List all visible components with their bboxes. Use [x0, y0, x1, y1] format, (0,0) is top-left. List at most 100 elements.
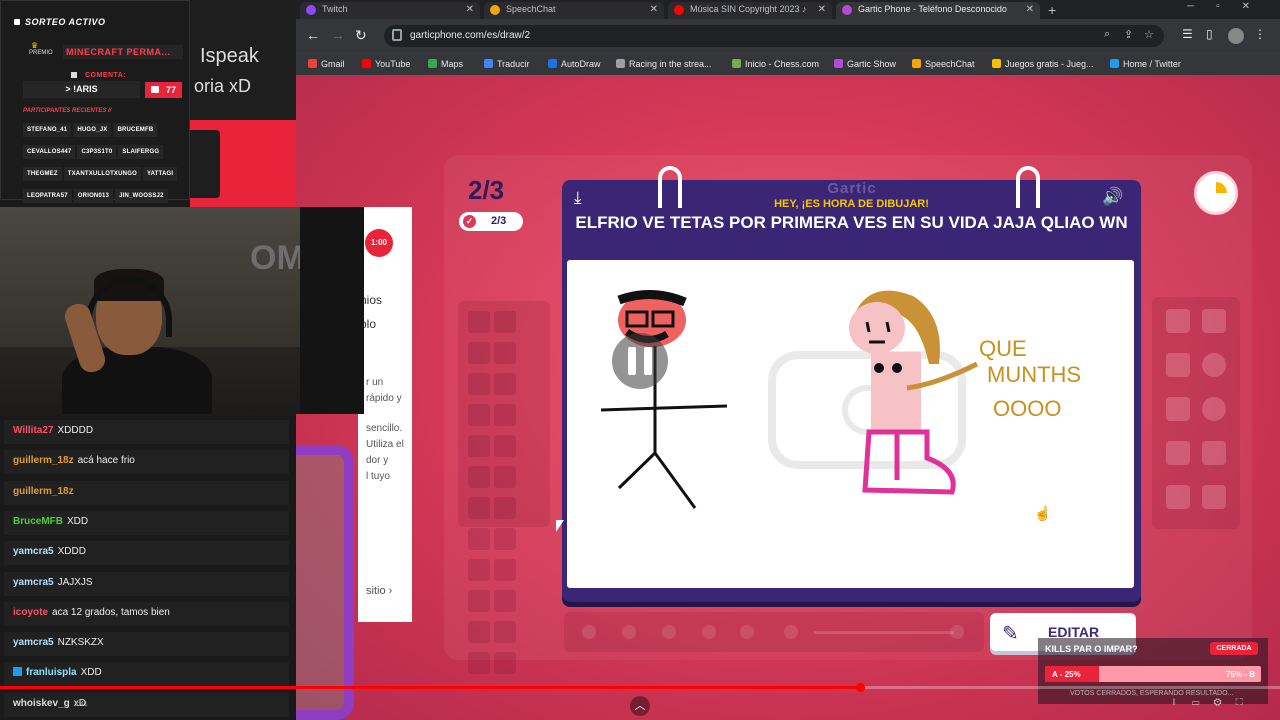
- bookmark-chess[interactable]: Inicio - Chess.com: [732, 59, 819, 69]
- bookmark-gartic-show[interactable]: Gartic Show: [834, 59, 896, 69]
- new-tab-button[interactable]: +: [1048, 2, 1056, 18]
- close-icon[interactable]: ✕: [466, 4, 474, 15]
- chat-username[interactable]: yamcra5: [13, 546, 54, 557]
- webcam: OMA: [0, 207, 364, 414]
- participants-list: STEFANO_41 HUGO_JX BRUCEMFB CEVALLOS447 C3P3…: [23, 118, 188, 206]
- video-progress-bar[interactable]: [0, 683, 1280, 692]
- profile-avatar[interactable]: [1228, 28, 1244, 44]
- chevron-up-icon[interactable]: ︿: [630, 696, 650, 716]
- video-controls[interactable]: ⏽▭⚙⛶: [1170, 697, 1257, 708]
- palette-swatch[interactable]: [494, 435, 516, 457]
- sidepanel-icon[interactable]: ▯: [1206, 27, 1213, 41]
- chat-username[interactable]: guillerm_18z: [13, 486, 74, 497]
- bookmark-autodraw[interactable]: AutoDraw: [548, 59, 601, 69]
- redo-tool[interactable]: [1202, 485, 1226, 509]
- bookmark-youtube[interactable]: YouTube: [362, 59, 410, 69]
- eraser-tool[interactable]: [1202, 309, 1226, 333]
- gartic-icon: [834, 59, 843, 68]
- palette-swatch[interactable]: [468, 435, 490, 457]
- forward-icon[interactable]: →: [331, 27, 345, 43]
- pencil-tool[interactable]: [1166, 309, 1190, 333]
- pause-overlay[interactable]: [612, 333, 668, 389]
- tab-youtube[interactable]: Música SIN Copyright 2023 ♪ ✕: [668, 2, 832, 19]
- palette-swatch[interactable]: [468, 559, 490, 581]
- back-icon[interactable]: ←: [306, 27, 320, 43]
- chat-username[interactable]: yamcra5: [13, 577, 54, 588]
- palette-swatch[interactable]: [494, 311, 516, 333]
- window-controls[interactable]: ─▫✕: [1187, 1, 1272, 12]
- star-icon[interactable]: ☆: [1144, 28, 1154, 41]
- palette-swatch[interactable]: [494, 590, 516, 612]
- menu-icon[interactable]: ⋮: [1254, 27, 1266, 41]
- palette-swatch[interactable]: [494, 621, 516, 643]
- opacity-slider[interactable]: [814, 631, 954, 634]
- bookmark-juegos[interactable]: Juegos gratis - Jueg...: [992, 59, 1094, 69]
- tab-twitch[interactable]: Twitch ✕: [300, 2, 480, 19]
- participant-tag: ORION013: [73, 189, 114, 203]
- address-bar[interactable]: garticphone.com/es/draw/2 ⌕ ⇪ ☆: [384, 25, 1164, 47]
- chat-username[interactable]: yamcra5: [13, 637, 54, 648]
- chat-username[interactable]: icoyote: [13, 607, 48, 618]
- brush-size-1[interactable]: [582, 625, 596, 639]
- ad-link[interactable]: sitio ›: [366, 585, 392, 597]
- tab-speechchat[interactable]: SpeechChat ✕: [484, 2, 664, 19]
- palette-swatch[interactable]: [468, 497, 490, 519]
- palette-swatch[interactable]: [494, 342, 516, 364]
- palette-swatch[interactable]: [494, 373, 516, 395]
- filled-rectangle-tool[interactable]: [1166, 397, 1190, 421]
- palette-swatch[interactable]: [494, 652, 516, 674]
- ad-column[interactable]: 1:00 hios olo r un rápido y sencillo. Ut…: [358, 207, 412, 622]
- palette-swatch[interactable]: [468, 652, 490, 674]
- bookmark-speechchat[interactable]: SpeechChat: [912, 59, 975, 69]
- chat-username[interactable]: whoiskev_g: [13, 698, 70, 709]
- palette-swatch[interactable]: [468, 311, 490, 333]
- brush-size-4[interactable]: [702, 625, 716, 639]
- chat-username[interactable]: BruceMFB: [13, 516, 63, 527]
- ad-body-line: l tuyo: [366, 471, 390, 482]
- close-icon[interactable]: ✕: [818, 4, 826, 15]
- brush-size-5[interactable]: [740, 625, 754, 639]
- bookmark-maps[interactable]: Maps: [428, 59, 463, 69]
- palette-swatch[interactable]: [494, 497, 516, 519]
- chat-username[interactable]: guillerm_18z: [13, 455, 74, 466]
- bg-text-2: oria xD: [194, 76, 252, 96]
- brush-size-3[interactable]: [662, 625, 676, 639]
- palette-swatch[interactable]: [494, 466, 516, 488]
- share-icon[interactable]: ⇪: [1124, 28, 1133, 41]
- close-icon[interactable]: ✕: [650, 4, 658, 15]
- palette-swatch[interactable]: [494, 559, 516, 581]
- line-tool[interactable]: [1166, 441, 1190, 465]
- fill-tool[interactable]: [1202, 441, 1226, 465]
- palette-swatch[interactable]: [468, 404, 490, 426]
- close-icon[interactable]: ✕: [1026, 4, 1034, 15]
- ellipse-tool[interactable]: [1202, 353, 1226, 377]
- palette-swatch[interactable]: [494, 528, 516, 550]
- undo-tool[interactable]: [1166, 485, 1190, 509]
- search-icon[interactable]: ⌕: [1104, 28, 1110, 41]
- participant-tag: STEFANO_41: [23, 123, 72, 137]
- bookmark-racing[interactable]: Racing in the strea...: [616, 59, 712, 69]
- palette-swatch[interactable]: [468, 528, 490, 550]
- rectangle-tool[interactable]: [1166, 353, 1190, 377]
- palette-swatch[interactable]: [468, 590, 490, 612]
- url-text[interactable]: garticphone.com/es/draw/2: [410, 30, 530, 41]
- opacity-slider-knob[interactable]: [950, 625, 964, 639]
- chat-username[interactable]: Willita27: [13, 425, 53, 436]
- drawing-panel: Gartic ⤓ 🔊 HEY, ¡ES HORA DE DIBUJAR! ELF…: [562, 166, 1141, 602]
- drawing-canvas[interactable]: QUE MUNTHS OOOO: [567, 260, 1134, 588]
- filled-ellipse-tool[interactable]: [1202, 397, 1226, 421]
- bookmark-gmail[interactable]: Gmail: [308, 59, 345, 69]
- reload-icon[interactable]: ↻: [355, 27, 367, 44]
- chat-username[interactable]: franluispla: [26, 667, 77, 678]
- brush-size-2[interactable]: [622, 625, 636, 639]
- palette-swatch[interactable]: [468, 373, 490, 395]
- palette-swatch[interactable]: [494, 404, 516, 426]
- palette-swatch[interactable]: [468, 342, 490, 364]
- color-palette[interactable]: [458, 301, 550, 674]
- extensions-icon[interactable]: ☰: [1182, 27, 1193, 41]
- palette-swatch[interactable]: [468, 621, 490, 643]
- bookmark-twitter[interactable]: Home / Twitter: [1110, 59, 1181, 69]
- tab-gartic[interactable]: Gartic Phone - Teléfono Desconocido ✕: [836, 2, 1040, 19]
- bookmark-translate[interactable]: Traducir: [484, 59, 530, 69]
- palette-swatch[interactable]: [468, 466, 490, 488]
